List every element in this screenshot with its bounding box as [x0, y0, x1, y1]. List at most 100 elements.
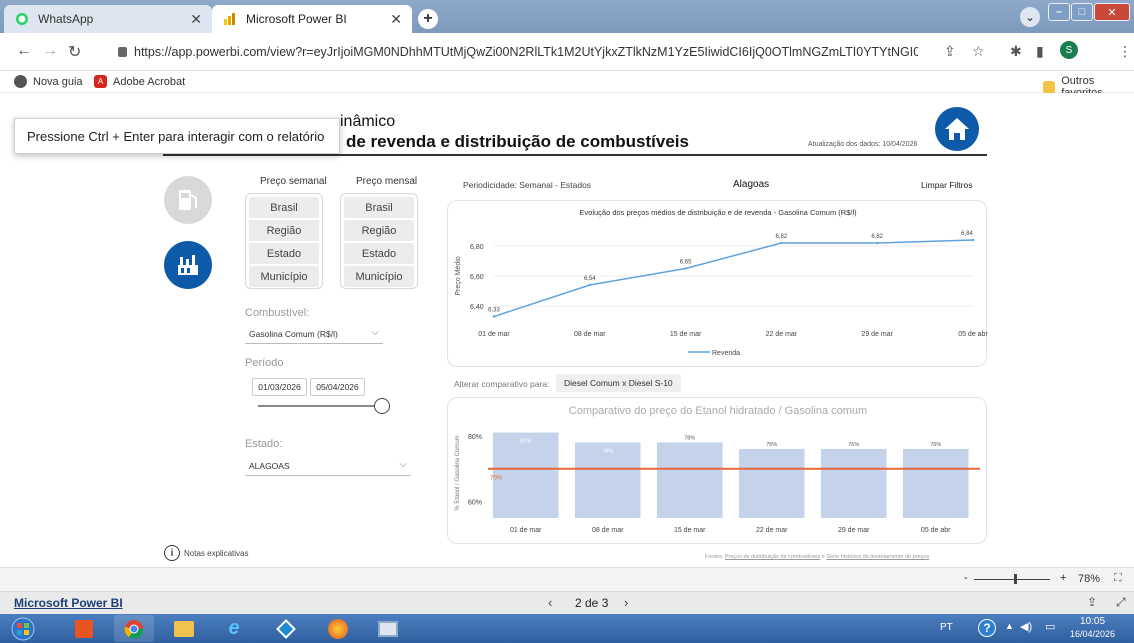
- tray-arrow-icon[interactable]: ▲: [1005, 621, 1014, 631]
- zoom-slider[interactable]: [974, 579, 1050, 580]
- menu-icon[interactable]: ⋮: [1118, 43, 1132, 60]
- bookmark-nova-guia[interactable]: Nova guia: [14, 75, 83, 88]
- clock-time[interactable]: 10:05: [1080, 616, 1105, 627]
- reload-icon[interactable]: ↻: [68, 42, 81, 62]
- weekly-brasil-button[interactable]: Brasil: [249, 197, 319, 218]
- bookmark-label: Nova guia: [33, 75, 83, 88]
- notes-button[interactable]: i Notas explicativas: [164, 545, 248, 561]
- zoom-out-icon[interactable]: -: [964, 572, 968, 584]
- powerbi-footer: Microsoft Power BI ‹ 2 de 3 › ⇪ ⤢: [0, 591, 1134, 614]
- y-tick-label: 6,80: [470, 244, 484, 251]
- taskbar-app-window[interactable]: [368, 615, 408, 642]
- monthly-estado-button[interactable]: Estado: [344, 243, 414, 264]
- bar: [902, 449, 969, 518]
- weekly-municipio-button[interactable]: Município: [249, 266, 319, 287]
- x-tick-label: 15 de mar: [674, 527, 706, 534]
- maximize-button[interactable]: □: [1071, 3, 1093, 21]
- data-label: 6,54: [584, 276, 596, 282]
- close-tab-icon[interactable]: ✕: [390, 11, 402, 28]
- taskbar-app-ie[interactable]: e: [214, 615, 254, 642]
- home-button[interactable]: [935, 107, 979, 151]
- profile-avatar[interactable]: S: [1060, 41, 1078, 59]
- bar-label: 76%: [766, 442, 777, 448]
- tab-powerbi[interactable]: Microsoft Power BI ✕: [212, 5, 412, 33]
- zoom-slider-handle[interactable]: [1014, 574, 1017, 584]
- extensions-icon[interactable]: ✱: [1010, 43, 1022, 60]
- state-label: Estado:: [245, 438, 283, 450]
- sources-prefix: Fontes:: [705, 554, 725, 560]
- back-icon[interactable]: ←: [16, 42, 32, 60]
- minimize-button[interactable]: –: [1048, 3, 1070, 21]
- fuel-label: Combustível:: [245, 307, 310, 319]
- language-indicator[interactable]: PT: [940, 622, 953, 633]
- fuel-pump-button[interactable]: [164, 176, 212, 224]
- monthly-brasil-button[interactable]: Brasil: [344, 197, 414, 218]
- firefox-icon: [328, 618, 348, 639]
- x-tick-label: 01 de mar: [510, 527, 542, 534]
- fit-page-icon[interactable]: ⛶: [1114, 572, 1122, 585]
- weekly-estado-button[interactable]: Estado: [249, 243, 319, 264]
- chevron-down-icon: ⌵: [399, 459, 407, 470]
- monthly-regiao-button[interactable]: Região: [344, 220, 414, 241]
- clear-filters-button[interactable]: Limpar Filtros: [921, 180, 972, 190]
- data-label: 6,82: [871, 234, 883, 240]
- sources-link-history[interactable]: Série histórica do levantamento de preço…: [826, 554, 929, 560]
- bookmark-adobe-acrobat[interactable]: A Adobe Acrobat: [94, 75, 185, 88]
- star-icon[interactable]: ☆: [972, 43, 985, 60]
- previous-page-icon[interactable]: ‹: [548, 595, 552, 610]
- taskbar-app-office[interactable]: [64, 615, 104, 642]
- help-icon[interactable]: ?: [978, 619, 996, 637]
- sidepanel-icon[interactable]: ▮: [1036, 43, 1044, 60]
- notes-label: Notas explicativas: [184, 548, 249, 558]
- y-tick-label: 6,40: [470, 304, 484, 311]
- close-window-button[interactable]: ✕: [1094, 3, 1130, 21]
- fullscreen-icon[interactable]: ⤢: [1116, 595, 1126, 610]
- tab-label: WhatsApp: [38, 12, 94, 26]
- data-point: [492, 315, 496, 318]
- taskbar-app-chrome[interactable]: [114, 615, 154, 642]
- x-tick-label: 05 de abr: [958, 331, 988, 338]
- compare-toggle-button[interactable]: Diesel Comum x Diesel S-10: [556, 374, 681, 392]
- start-button[interactable]: [0, 615, 46, 642]
- volume-icon[interactable]: ◀): [1020, 620, 1032, 633]
- office-icon: [75, 619, 93, 638]
- taskbar-app-receita[interactable]: [266, 615, 306, 642]
- taskbar-app-files[interactable]: [164, 615, 204, 642]
- fuel-dropdown[interactable]: Gasolina Comum (R$/l) ⌵: [245, 324, 383, 344]
- next-page-icon[interactable]: ›: [624, 595, 628, 610]
- fuel-pump-icon: [179, 190, 197, 210]
- y-tick-label: 6,60: [470, 274, 484, 281]
- bar-label: 76%: [848, 442, 859, 448]
- sources-link-distribution[interactable]: Preços de distribuição de combustíveis: [725, 554, 820, 560]
- close-tab-icon[interactable]: ✕: [190, 11, 202, 28]
- period-slider-handle[interactable]: [374, 398, 390, 414]
- share-icon[interactable]: ⇪: [944, 43, 956, 60]
- weekly-regiao-button[interactable]: Região: [249, 220, 319, 241]
- taskbar-app-firefox[interactable]: [318, 615, 358, 642]
- refinery-button[interactable]: [164, 241, 212, 289]
- date-end-input[interactable]: 05/04/2026: [310, 378, 365, 396]
- bar-chart-card: Comparativo do preço do Etanol hidratado…: [447, 397, 987, 544]
- date-start-input[interactable]: 01/03/2026: [252, 378, 307, 396]
- diamond-app-icon: [276, 618, 296, 639]
- state-dropdown[interactable]: ALAGOAS ⌵: [245, 456, 411, 476]
- chart-title: Evolução dos preços médios de distribuiç…: [579, 208, 857, 217]
- period-slider-track[interactable]: [258, 405, 382, 407]
- forward-icon[interactable]: →: [42, 42, 58, 60]
- clock-date[interactable]: 16/04/2026: [1070, 629, 1115, 639]
- new-tab-button[interactable]: +: [418, 9, 438, 29]
- url-field[interactable]: https://app.powerbi.com/view?r=eyJrIjoiM…: [118, 41, 918, 63]
- x-tick-label: 22 de mar: [766, 331, 798, 338]
- tab-whatsapp[interactable]: WhatsApp ✕: [4, 5, 212, 33]
- x-tick-label: 15 de mar: [670, 331, 702, 338]
- zoom-in-icon[interactable]: +: [1060, 572, 1066, 584]
- monthly-municipio-button[interactable]: Município: [344, 266, 414, 287]
- home-icon: [945, 118, 969, 140]
- x-tick-label: 22 de mar: [756, 527, 788, 534]
- network-icon[interactable]: ▭: [1045, 620, 1055, 633]
- powerbi-brand-link[interactable]: Microsoft Power BI: [14, 596, 123, 610]
- share-icon[interactable]: ⇪: [1087, 595, 1097, 609]
- tab-search-button[interactable]: ⌄: [1020, 7, 1040, 27]
- page-indicator: 2 de 3: [575, 596, 609, 610]
- data-label: 6,82: [776, 234, 788, 240]
